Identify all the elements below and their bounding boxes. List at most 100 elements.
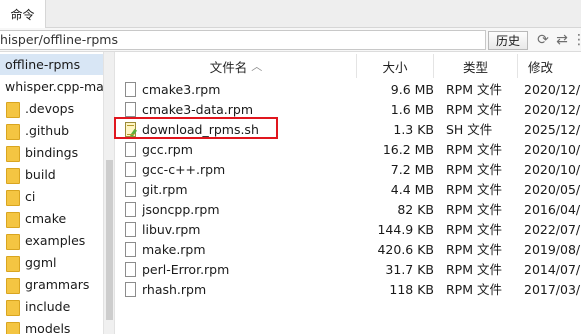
- file-name: libuv.rpm: [142, 222, 201, 237]
- top-tab-strip: 命令: [0, 0, 581, 28]
- file-icon: [125, 142, 136, 157]
- table-row[interactable]: rhash.rpm 118 KB RPM 文件 2017/03/: [116, 280, 581, 300]
- tree-item-devops[interactable]: .devops: [6, 98, 74, 119]
- refresh-icon[interactable]: ⟳: [536, 33, 550, 47]
- file-name: gcc-c++.rpm: [142, 162, 226, 177]
- file-modified: 2020/12/: [524, 102, 581, 117]
- folder-icon: [6, 299, 20, 316]
- file-name: gcc.rpm: [142, 142, 193, 157]
- file-icon: [125, 202, 136, 217]
- file-modified: 2020/10/: [524, 162, 581, 177]
- history-button[interactable]: 历史: [488, 31, 528, 50]
- tree-item-label: .github: [25, 123, 70, 138]
- tree-item-build[interactable]: build: [6, 164, 56, 185]
- file-icon: [125, 262, 136, 277]
- file-modified: 2022/07/: [524, 222, 581, 237]
- file-modified: 2019/08/: [524, 242, 581, 257]
- file-size: 7.2 MB: [390, 162, 434, 177]
- file-size: 1.6 MB: [390, 102, 434, 117]
- tree-item-include[interactable]: include: [6, 296, 70, 317]
- folder-icon: [6, 233, 20, 250]
- table-row[interactable]: perl-Error.rpm 31.7 KB RPM 文件 2014/07/: [116, 260, 581, 280]
- file-icon: [125, 182, 136, 197]
- tree-item-bindings[interactable]: bindings: [6, 142, 78, 163]
- table-row[interactable]: gcc-c++.rpm 7.2 MB RPM 文件 2020/10/: [116, 160, 581, 180]
- file-name: rhash.rpm: [142, 282, 207, 297]
- file-icon: [125, 102, 136, 117]
- tree-item-examples[interactable]: examples: [6, 230, 85, 251]
- tree-item-grammars[interactable]: grammars: [6, 274, 89, 295]
- folder-icon: [6, 167, 20, 184]
- tree-item-label: .devops: [25, 101, 75, 116]
- column-header-name[interactable]: 文件名 ︿: [116, 54, 357, 78]
- file-modified: 2016/04/: [524, 202, 581, 217]
- file-modified: 2020/05/: [524, 182, 581, 197]
- folder-icon: [6, 211, 20, 228]
- path-text: hisper/offline-rpms: [0, 32, 118, 47]
- tab-command[interactable]: 命令: [0, 0, 46, 28]
- sort-ascending-icon: ︿: [251, 60, 263, 73]
- tree-item-label: cmake: [25, 211, 67, 226]
- file-type: RPM 文件: [446, 82, 502, 97]
- tree-scrollbar[interactable]: [103, 52, 115, 334]
- table-row[interactable]: jsoncpp.rpm 82 KB RPM 文件 2016/04/: [116, 200, 581, 220]
- column-name-label: 文件名: [209, 59, 248, 75]
- file-type: RPM 文件: [446, 242, 502, 257]
- tree-scrollbar-thumb[interactable]: [106, 160, 113, 320]
- file-modified: 2014/07/: [524, 262, 581, 277]
- column-header-size[interactable]: 大小: [357, 54, 434, 78]
- file-modified: 2017/03/: [524, 282, 581, 297]
- file-name: make.rpm: [142, 242, 206, 257]
- more-icon[interactable]: ⋮: [572, 33, 581, 47]
- file-icon: [125, 282, 136, 297]
- file-name: git.rpm: [142, 182, 188, 197]
- highlight-box: [114, 117, 278, 139]
- tree-item-github[interactable]: .github: [6, 120, 69, 141]
- file-modified: 2020/10/: [524, 142, 581, 157]
- history-button-label: 历史: [495, 34, 520, 48]
- folder-icon: [6, 101, 20, 118]
- table-row[interactable]: cmake3.rpm 9.6 MB RPM 文件 2020/12/: [116, 80, 581, 100]
- column-header-type[interactable]: 类型: [434, 54, 518, 78]
- file-type: RPM 文件: [446, 102, 502, 117]
- tree-item-offline-rpms[interactable]: offline-rpms: [0, 54, 103, 75]
- column-size-label: 大小: [382, 59, 408, 75]
- column-modified-label: 修改: [528, 59, 554, 75]
- tree-item-label: models: [25, 321, 71, 334]
- file-size: 420.6 KB: [377, 242, 434, 257]
- tree-item-ggml[interactable]: ggml: [6, 252, 57, 273]
- file-modified: 2020/12/: [524, 82, 581, 97]
- tree-item-whisper-cpp[interactable]: whisper.cpp-ma: [0, 76, 103, 97]
- file-type: RPM 文件: [446, 162, 502, 177]
- column-type-label: 类型: [462, 59, 488, 75]
- path-input[interactable]: hisper/offline-rpms: [0, 30, 486, 50]
- directory-tree: offline-rpms whisper.cpp-ma .devops .git…: [0, 52, 103, 334]
- table-row[interactable]: libuv.rpm 144.9 KB RPM 文件 2022/07/: [116, 220, 581, 240]
- file-type: RPM 文件: [446, 222, 502, 237]
- file-icon: [125, 222, 136, 237]
- tree-item-models[interactable]: models: [6, 318, 70, 334]
- file-size: 31.7 KB: [385, 262, 434, 277]
- tree-item-label: ggml: [25, 255, 57, 270]
- folder-icon: [6, 255, 20, 272]
- file-size: 144.9 KB: [377, 222, 434, 237]
- column-header-modified[interactable]: 修改: [518, 54, 581, 78]
- tree-item-label: offline-rpms: [5, 57, 81, 72]
- tree-item-ci[interactable]: ci: [6, 186, 35, 207]
- tree-item-label: grammars: [25, 277, 90, 292]
- file-name: perl-Error.rpm: [142, 262, 230, 277]
- file-size: 1.3 KB: [393, 122, 434, 137]
- table-row[interactable]: gcc.rpm 16.2 MB RPM 文件 2020/10/: [116, 140, 581, 160]
- table-row[interactable]: make.rpm 420.6 KB RPM 文件 2019/08/: [116, 240, 581, 260]
- file-icon: [125, 82, 136, 97]
- tree-item-cmake[interactable]: cmake: [6, 208, 66, 229]
- tree-item-label: whisper.cpp-ma: [5, 79, 103, 94]
- table-row[interactable]: git.rpm 4.4 MB RPM 文件 2020/05/: [116, 180, 581, 200]
- file-size: 82 KB: [397, 202, 434, 217]
- folder-icon: [6, 123, 20, 140]
- folder-icon: [6, 277, 20, 294]
- sync-icon[interactable]: ⇄: [555, 33, 569, 47]
- file-type: RPM 文件: [446, 202, 502, 217]
- folder-icon: [6, 321, 20, 334]
- file-name: cmake3.rpm: [142, 82, 221, 97]
